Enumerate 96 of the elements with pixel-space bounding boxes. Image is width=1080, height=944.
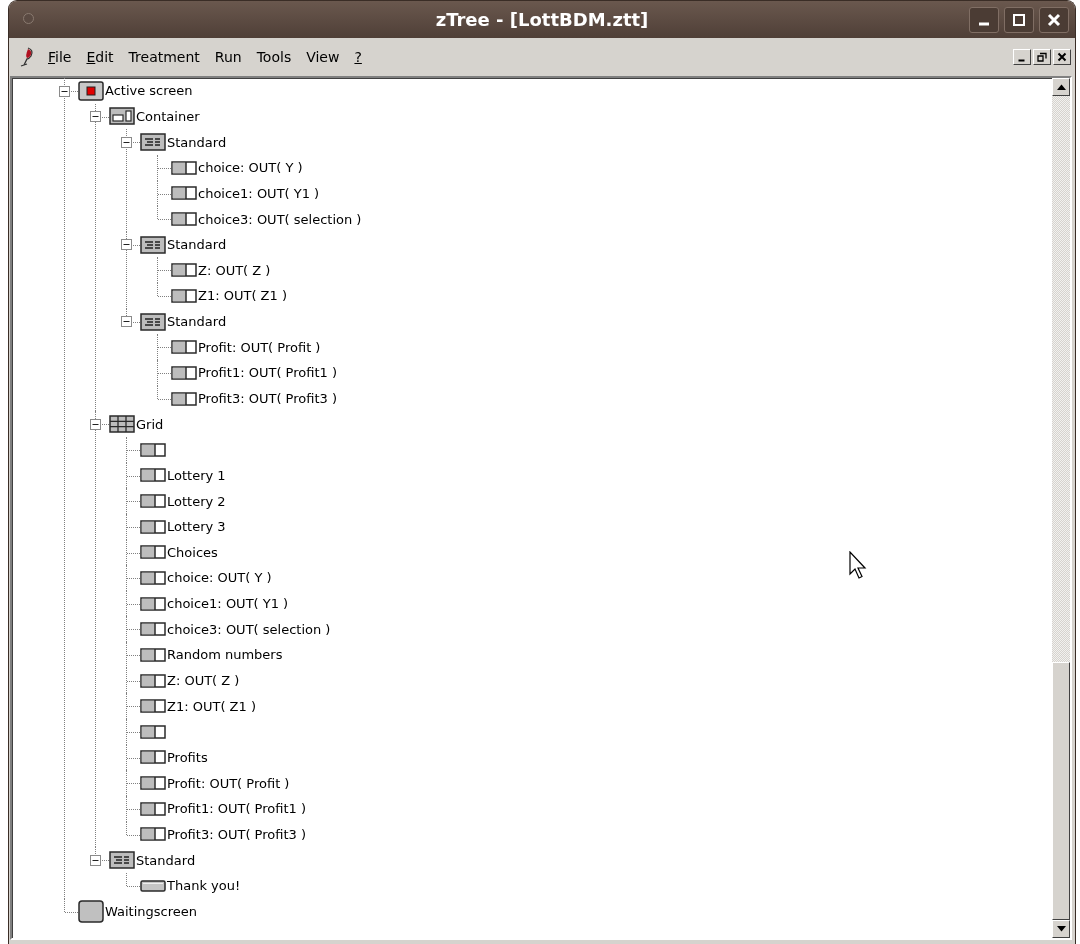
item-icon — [140, 750, 166, 765]
minimize-icon — [978, 22, 990, 26]
tree-toggle[interactable] — [121, 239, 132, 251]
close-button[interactable] — [1039, 7, 1069, 33]
item-icon — [140, 571, 166, 585]
menu-item[interactable]: Run — [214, 49, 242, 65]
tree-toggle[interactable] — [90, 111, 101, 123]
item-icon — [140, 647, 166, 662]
item-icon — [140, 442, 166, 457]
tree-item[interactable]: choice1: OUT( Y1 ) — [167, 596, 289, 612]
tree-item[interactable]: choice: OUT( Y ) — [167, 570, 272, 586]
menu-item[interactable]: ? — [354, 49, 362, 65]
tree-item[interactable]: Profit: OUT( Profit ) — [167, 775, 290, 791]
item-icon — [171, 391, 197, 406]
tree-item[interactable]: choice3: OUT( selection ) — [167, 621, 331, 637]
item-icon — [140, 724, 166, 739]
tree-item[interactable]: Standard — [167, 237, 227, 253]
button-icon — [140, 879, 166, 892]
up-arrow-icon — [1056, 84, 1066, 90]
mouse-pointer-icon — [849, 551, 869, 579]
wine-glass-icon — [19, 47, 35, 67]
item-icon — [171, 263, 197, 278]
tree-item[interactable]: Z: OUT( Z ) — [198, 262, 271, 278]
tree-item[interactable]: Profit3: OUT( Profit3 ) — [198, 391, 337, 406]
tree-item[interactable]: Lottery 1 — [167, 467, 226, 483]
item-icon — [140, 699, 166, 714]
item-icon — [140, 622, 166, 637]
tree-item[interactable]: choice3: OUT( selection ) — [198, 211, 362, 227]
box-icon — [109, 851, 135, 870]
menu-item[interactable]: Edit — [86, 49, 114, 65]
item-icon — [140, 494, 166, 509]
tree-item[interactable]: Standard — [167, 134, 227, 150]
tree-toggle[interactable] — [90, 418, 101, 430]
box-icon — [140, 312, 166, 331]
restore-icon — [1037, 52, 1047, 62]
menu-item[interactable]: Tools — [256, 49, 292, 65]
tree-item[interactable]: Grid — [136, 416, 164, 432]
item-icon — [140, 776, 166, 791]
maximize-icon — [1012, 13, 1026, 27]
down-arrow-icon — [1056, 926, 1066, 932]
scrollbar-thumb[interactable] — [1052, 662, 1070, 920]
restore-button[interactable] — [1033, 49, 1051, 65]
tree-item[interactable]: Standard — [136, 852, 196, 868]
box-icon — [140, 133, 166, 152]
tree-item[interactable]: choice1: OUT( Y1 ) — [198, 185, 320, 201]
tree-item[interactable]: Standard — [167, 314, 227, 330]
item-icon — [140, 519, 166, 534]
container-icon — [109, 107, 135, 126]
tree-item[interactable]: Z1: OUT( Z1 ) — [167, 698, 256, 714]
window-title: zTree - [LottBDM.ztt] — [435, 9, 649, 30]
grid-icon — [109, 415, 135, 434]
tree-item[interactable]: Thank you! — [167, 878, 241, 894]
scroll-down-button[interactable] — [1052, 920, 1070, 938]
screen-icon — [78, 80, 104, 101]
tree-item[interactable]: Profit3: OUT( Profit3 ) — [167, 826, 306, 842]
item-icon — [140, 801, 166, 816]
tree-item[interactable]: Waitingscreen — [105, 903, 197, 919]
tree-item[interactable]: Container — [136, 108, 200, 124]
close-icon — [1057, 52, 1067, 62]
item-icon — [140, 545, 166, 560]
tree-item[interactable]: Profit1: OUT( Profit1 ) — [167, 801, 306, 817]
close-icon — [1047, 13, 1061, 27]
item-icon — [171, 340, 197, 355]
item-icon — [171, 365, 197, 380]
item-icon — [171, 288, 197, 303]
item-icon — [140, 673, 166, 688]
tree-toggle[interactable] — [121, 316, 132, 328]
tree-toggle[interactable] — [90, 854, 101, 866]
screen-icon — [78, 899, 104, 923]
scroll-up-button[interactable] — [1052, 78, 1070, 96]
maximize-button[interactable] — [1004, 7, 1034, 33]
tree-item[interactable]: Profit1: OUT( Profit1 ) — [198, 365, 337, 381]
menu-item[interactable]: View — [306, 49, 340, 65]
item-icon — [171, 212, 197, 226]
minimize-icon — [1017, 59, 1025, 62]
item-icon — [171, 186, 197, 201]
tree-item[interactable]: Profit: OUT( Profit ) — [198, 339, 321, 355]
tree-item[interactable]: Lottery 2 — [167, 493, 226, 509]
item-icon — [171, 160, 197, 175]
box-icon — [140, 235, 166, 254]
tree-item[interactable]: Lottery 3 — [167, 519, 226, 535]
tree-toggle[interactable] — [59, 85, 70, 97]
tree-item[interactable]: Choices — [167, 544, 218, 560]
tree-item[interactable]: choice: OUT( Y ) — [198, 160, 303, 176]
tree-item[interactable]: Random numbers — [167, 647, 283, 663]
tree-item[interactable]: Z: OUT( Z ) — [167, 673, 240, 689]
menu-item[interactable]: Treatment — [128, 49, 200, 65]
minimize-button[interactable] — [969, 7, 999, 33]
item-icon — [140, 827, 166, 842]
tree-item[interactable]: Z1: OUT( Z1 ) — [198, 288, 287, 304]
item-icon — [140, 468, 166, 483]
tree-item[interactable]: Active screen — [105, 83, 193, 99]
item-icon — [140, 596, 166, 611]
tree-item[interactable]: Profits — [167, 749, 208, 765]
menu-item[interactable]: File — [48, 49, 72, 65]
tree-toggle[interactable] — [121, 136, 132, 148]
